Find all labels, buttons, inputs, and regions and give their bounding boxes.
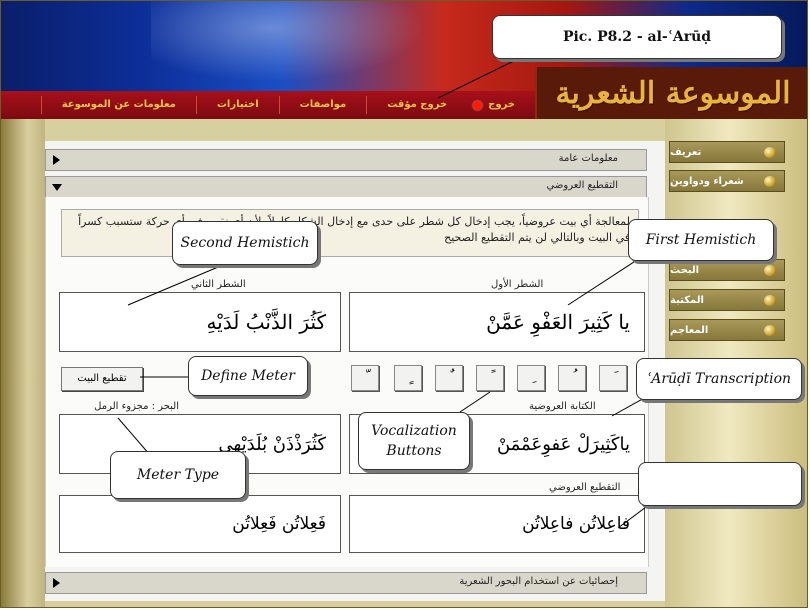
app-window: الموسوعة الشعرية معلومات عن الموسوعة اخت… [0,0,808,608]
knob-icon [764,325,776,336]
section-prosodic-scansion[interactable]: التقطيع العروضي [45,176,647,198]
vowel-shadda-button[interactable]: ّ [351,365,379,391]
second-hemistich-label: الشطر الثاني [191,279,246,290]
left-decor-panel [1,119,45,607]
collapse-arrow-icon [52,184,62,191]
vowel-fathatan-button[interactable]: ً [476,365,504,391]
callout-define-meter: Define Meter [188,356,308,396]
sidebar-item-dictionaries[interactable]: المعاجم [669,319,785,341]
callout-arudi-transcription: ʿArūḍī Transcription [636,358,802,400]
top-menu: معلومات عن الموسوعة اختيارات مواصفات خرو… [1,91,535,119]
sidebar-item-poets[interactable]: شعراء ودواوين [669,170,785,192]
expand-arrow-icon [53,155,60,165]
second-hemistich-input[interactable]: كَثُرَ الذَّنْبُ لَدَيْهِ [59,292,341,352]
scansion-label: التقطيع العروضي [549,482,621,493]
logo-text: الموسوعة الشعرية [555,75,791,111]
section-statistics[interactable]: إحصائيات عن استخدام البحور الشعرية [45,572,647,594]
knob-icon [764,295,776,306]
scansion-first-output: فاعِلاتُن فاعِلاتُن [349,495,645,553]
define-meter-button[interactable]: تقطيع البيت [61,367,143,391]
sidebar-item-definition[interactable]: تعريف [669,141,785,163]
vowel-dammatan-button[interactable]: ٌ [435,365,463,391]
callout-meter-type: Meter Type [110,451,246,499]
knob-icon [764,265,776,276]
banner-art [151,1,451,91]
menu-specs[interactable]: مواصفات [278,96,367,114]
arudi-label: الكتابة العروضية [529,401,596,412]
vowel-kasratan-button[interactable]: ٍ [394,365,422,391]
callout-vocalization-buttons: Vocalization Buttons [358,412,470,470]
knob-icon [764,147,776,158]
callout-first-hemistich: First Hemistich [628,219,774,261]
exit-dot-icon [473,100,483,110]
first-hemistich-input[interactable]: يا كَثِيرَ العَفْوِ عَمَّنْ [349,292,645,352]
instructions-notice: لمعالجة أي بيت عروضياً، يجب إدخال كل شطر… [61,209,639,257]
meter-type-label: البحر : مجزوء الرمل [94,401,179,412]
sidebar-item-search[interactable]: البحث [669,259,785,281]
first-hemistich-label: الشطر الأول [491,279,544,290]
menu-options[interactable]: اختيارات [195,96,279,114]
title-callout: Pic. P8.2 - al-ʿArūḍ [492,15,782,59]
menu-about[interactable]: معلومات عن الموسوعة [40,96,196,114]
menu-temp-exit[interactable]: خروج مؤقت [366,96,467,114]
app-logo: الموسوعة الشعرية [535,67,807,119]
scansion-second-output: فَعِلاتُن فَعِلاتُن [59,495,341,553]
callout-second-hemistich: Second Hemistich [172,221,318,265]
knob-icon [764,176,776,187]
vowel-fatha-button[interactable]: َ [599,365,627,391]
callout-empty [638,462,802,506]
sidebar-item-library[interactable]: المكتبة [669,289,785,311]
expand-arrow-icon [53,578,60,588]
menu-exit[interactable]: خروج [482,96,535,114]
vowel-damma-button[interactable]: ُ [558,365,586,391]
section-general-info[interactable]: معلومات عامة [45,149,647,171]
vowel-kasra-button[interactable]: ِ [517,365,545,391]
